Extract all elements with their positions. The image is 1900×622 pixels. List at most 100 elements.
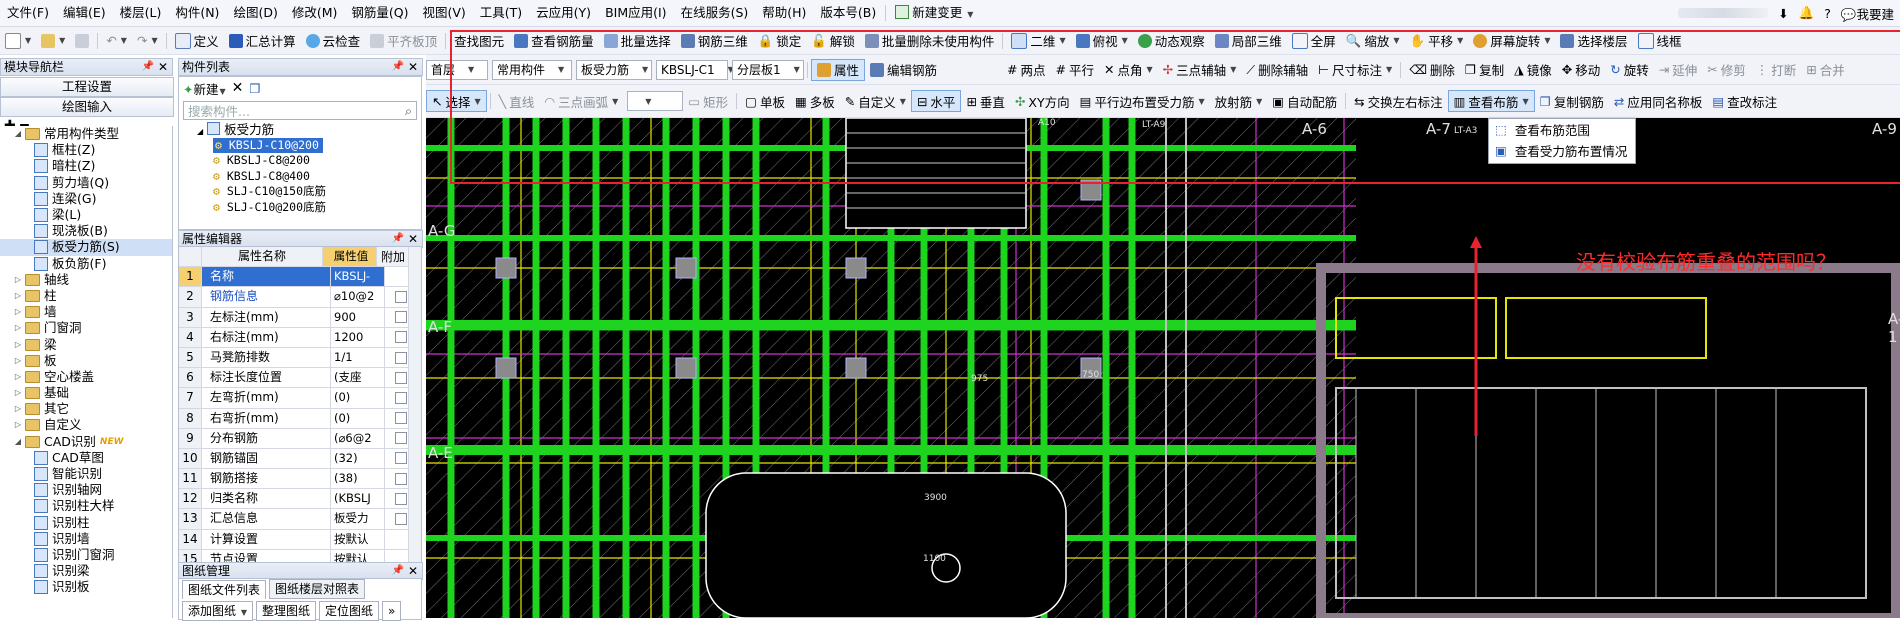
- menu-view[interactable]: 视图(V): [415, 0, 472, 26]
- batch-delete-unused-button[interactable]: 批量删除未使用构件: [860, 29, 1000, 53]
- select-floor-button[interactable]: 选择楼层: [1555, 29, 1632, 53]
- view-rebar-range-item[interactable]: ⬚ 查看布筋范围: [1489, 119, 1635, 140]
- tree-item[interactable]: 梁(L): [0, 207, 172, 223]
- zoom-button[interactable]: 🔍 缩放 ▼: [1341, 29, 1405, 53]
- vertical-button[interactable]: ⊞ 垂直: [961, 89, 1010, 113]
- tree-folder[interactable]: ▷ 梁: [0, 336, 172, 352]
- component-select[interactable]: KBSLJ-C1 ▼: [656, 59, 734, 80]
- parallel-button[interactable]: # 平行: [1051, 58, 1100, 82]
- add-drawing-button[interactable]: 添加图纸 ▼: [182, 601, 253, 621]
- apply-same-name-button[interactable]: ⇄ 应用同名称板: [1609, 89, 1708, 113]
- copy-rebar-button[interactable]: ❐ 复制钢筋: [1535, 89, 1609, 113]
- pin-icon[interactable]: 📌: [392, 563, 404, 579]
- menu-floor[interactable]: 楼层(L): [113, 0, 169, 26]
- collapse-icon[interactable]: ◢: [14, 434, 22, 450]
- property-value[interactable]: 1/1: [331, 347, 385, 368]
- menu-bim[interactable]: BIM应用(I): [598, 0, 674, 26]
- tree-folder[interactable]: ▷ 墙: [0, 304, 172, 320]
- more-icon[interactable]: »: [382, 601, 402, 621]
- property-value[interactable]: (38): [331, 469, 385, 489]
- tab-drawing-files[interactable]: 图纸文件列表: [182, 580, 267, 599]
- move-button[interactable]: ✥ 移动: [1557, 58, 1606, 82]
- rebar-3d-button[interactable]: 钢筋三维: [676, 29, 753, 53]
- property-value[interactable]: (0): [331, 388, 385, 408]
- new-component-button[interactable]: ✦新建▼: [183, 79, 226, 98]
- edit-labels-button[interactable]: ▤ 查改标注: [1707, 89, 1782, 113]
- radial-rebar-button[interactable]: 放射筋 ▼: [1210, 89, 1268, 113]
- property-row[interactable]: 11 钢筋搭接 (38): [179, 469, 421, 490]
- three-point-arc-button[interactable]: ◠ 三点画弧 ▼: [539, 89, 623, 113]
- point-angle-button[interactable]: ✕ 点角 ▼: [1099, 58, 1158, 82]
- menu-rebar-qty[interactable]: 钢筋量(Q): [344, 0, 415, 26]
- horizontal-button[interactable]: ⊟ 水平: [910, 90, 962, 112]
- tree-item[interactable]: 识别轴网: [0, 482, 172, 498]
- menu-component[interactable]: 构件(N): [168, 0, 226, 26]
- find-element-button[interactable]: 查找图元: [449, 29, 509, 53]
- component-item[interactable]: ⚙ SLJ-C10@150底筋: [197, 184, 421, 200]
- delete-button[interactable]: ⌫ 删除: [1404, 58, 1460, 82]
- tree-item[interactable]: 剪力墙(Q): [0, 175, 172, 191]
- redo-button[interactable]: ↷ ▼: [132, 29, 163, 53]
- property-row[interactable]: 12 归类名称 (KBSLJ: [179, 489, 421, 510]
- category-select[interactable]: 常用构件 ▼: [492, 59, 572, 80]
- view-rebar-qty-button[interactable]: 查看钢筋量: [509, 29, 599, 53]
- drawing-input-button[interactable]: 绘图输入: [0, 97, 174, 117]
- property-row[interactable]: 1 名称 KBSLJ-: [179, 267, 421, 288]
- tree-item[interactable]: 框柱(Z): [0, 142, 172, 158]
- extra-checkbox[interactable]: [395, 391, 407, 404]
- menu-new-change[interactable]: 新建变更 ▼: [888, 0, 980, 26]
- extra-checkbox[interactable]: [395, 472, 407, 485]
- component-item[interactable]: ⚙ KBSLJ-C10@200: [213, 137, 323, 153]
- tree-item[interactable]: 板受力筋(S): [0, 239, 172, 256]
- component-item[interactable]: ⚙ KBSLJ-C8@200: [197, 153, 421, 169]
- menu-help[interactable]: 帮助(H): [755, 0, 813, 26]
- property-row[interactable]: 9 分布钢筋 (⌀6@2: [179, 428, 421, 449]
- close-icon[interactable]: ✕: [408, 563, 418, 579]
- property-row[interactable]: 2 钢筋信息 ⌀10@2: [179, 287, 421, 308]
- tree-folder[interactable]: ▷ 轴线: [0, 272, 172, 288]
- login-link[interactable]: 💬我要建: [1841, 4, 1894, 23]
- property-value[interactable]: (KBSLJ: [331, 489, 385, 509]
- property-row[interactable]: 14 计算设置 按默认: [179, 529, 421, 550]
- trim-button[interactable]: ✂ 修剪: [1702, 58, 1751, 82]
- expand-icon[interactable]: ▷: [14, 337, 22, 353]
- expand-icon[interactable]: ▷: [14, 417, 22, 433]
- extra-checkbox[interactable]: [395, 331, 407, 344]
- property-row[interactable]: 10 钢筋锚固 (32): [179, 448, 421, 470]
- multi-slab-button[interactable]: ▦ 多板: [790, 89, 840, 113]
- properties-button[interactable]: 属性: [811, 58, 866, 81]
- open-button[interactable]: ▼: [36, 29, 70, 53]
- property-scrollbar[interactable]: [408, 247, 421, 565]
- view-2d-button[interactable]: 二维 ▼: [1006, 29, 1070, 53]
- tree-folder[interactable]: ◢ 常用构件类型: [0, 126, 172, 142]
- type-select[interactable]: 板受力筋 ▼: [576, 59, 652, 80]
- tree-item[interactable]: 智能识别: [0, 466, 172, 482]
- search-icon[interactable]: ⌕: [405, 103, 412, 119]
- property-value[interactable]: (支座: [331, 368, 385, 388]
- download-icon[interactable]: ⬇: [1778, 6, 1788, 21]
- tab-drawing-floor-map[interactable]: 图纸楼层对照表: [269, 579, 366, 599]
- summary-calc-button[interactable]: 汇总计算: [224, 29, 301, 53]
- auto-reinforce-button[interactable]: ▣ 自动配筋: [1267, 89, 1342, 113]
- expand-icon[interactable]: ▷: [14, 369, 22, 385]
- flush-slab-button[interactable]: 平齐板顶: [365, 29, 442, 53]
- select-button[interactable]: ↖ 选择 ▼: [426, 90, 487, 112]
- property-row[interactable]: 3 左标注(mm) 900: [179, 307, 421, 328]
- tree-folder[interactable]: ▷ 空心楼盖: [0, 369, 172, 385]
- top-view-button[interactable]: 俯视 ▼: [1071, 29, 1133, 53]
- extra-checkbox[interactable]: [395, 492, 407, 505]
- menu-draw[interactable]: 绘图(D): [226, 0, 284, 26]
- property-row[interactable]: 7 左弯折(mm) (0): [179, 388, 421, 409]
- tree-folder[interactable]: ▷ 门窗洞: [0, 320, 172, 336]
- project-settings-button[interactable]: 工程设置: [0, 77, 174, 97]
- copy-component-icon[interactable]: ❐: [249, 81, 260, 96]
- expand-icon[interactable]: ▷: [14, 288, 22, 304]
- menu-online[interactable]: 在线服务(S): [674, 0, 756, 26]
- extra-checkbox[interactable]: [395, 513, 407, 526]
- property-value[interactable]: ⌀10@2: [331, 287, 385, 307]
- property-value[interactable]: 板受力: [331, 509, 385, 529]
- tree-item[interactable]: 识别柱大样: [0, 498, 172, 514]
- xy-direction-button[interactable]: ✣ XY方向: [1010, 89, 1075, 113]
- extra-checkbox[interactable]: [395, 351, 407, 364]
- custom-button[interactable]: ✎ 自定义 ▼: [840, 89, 911, 113]
